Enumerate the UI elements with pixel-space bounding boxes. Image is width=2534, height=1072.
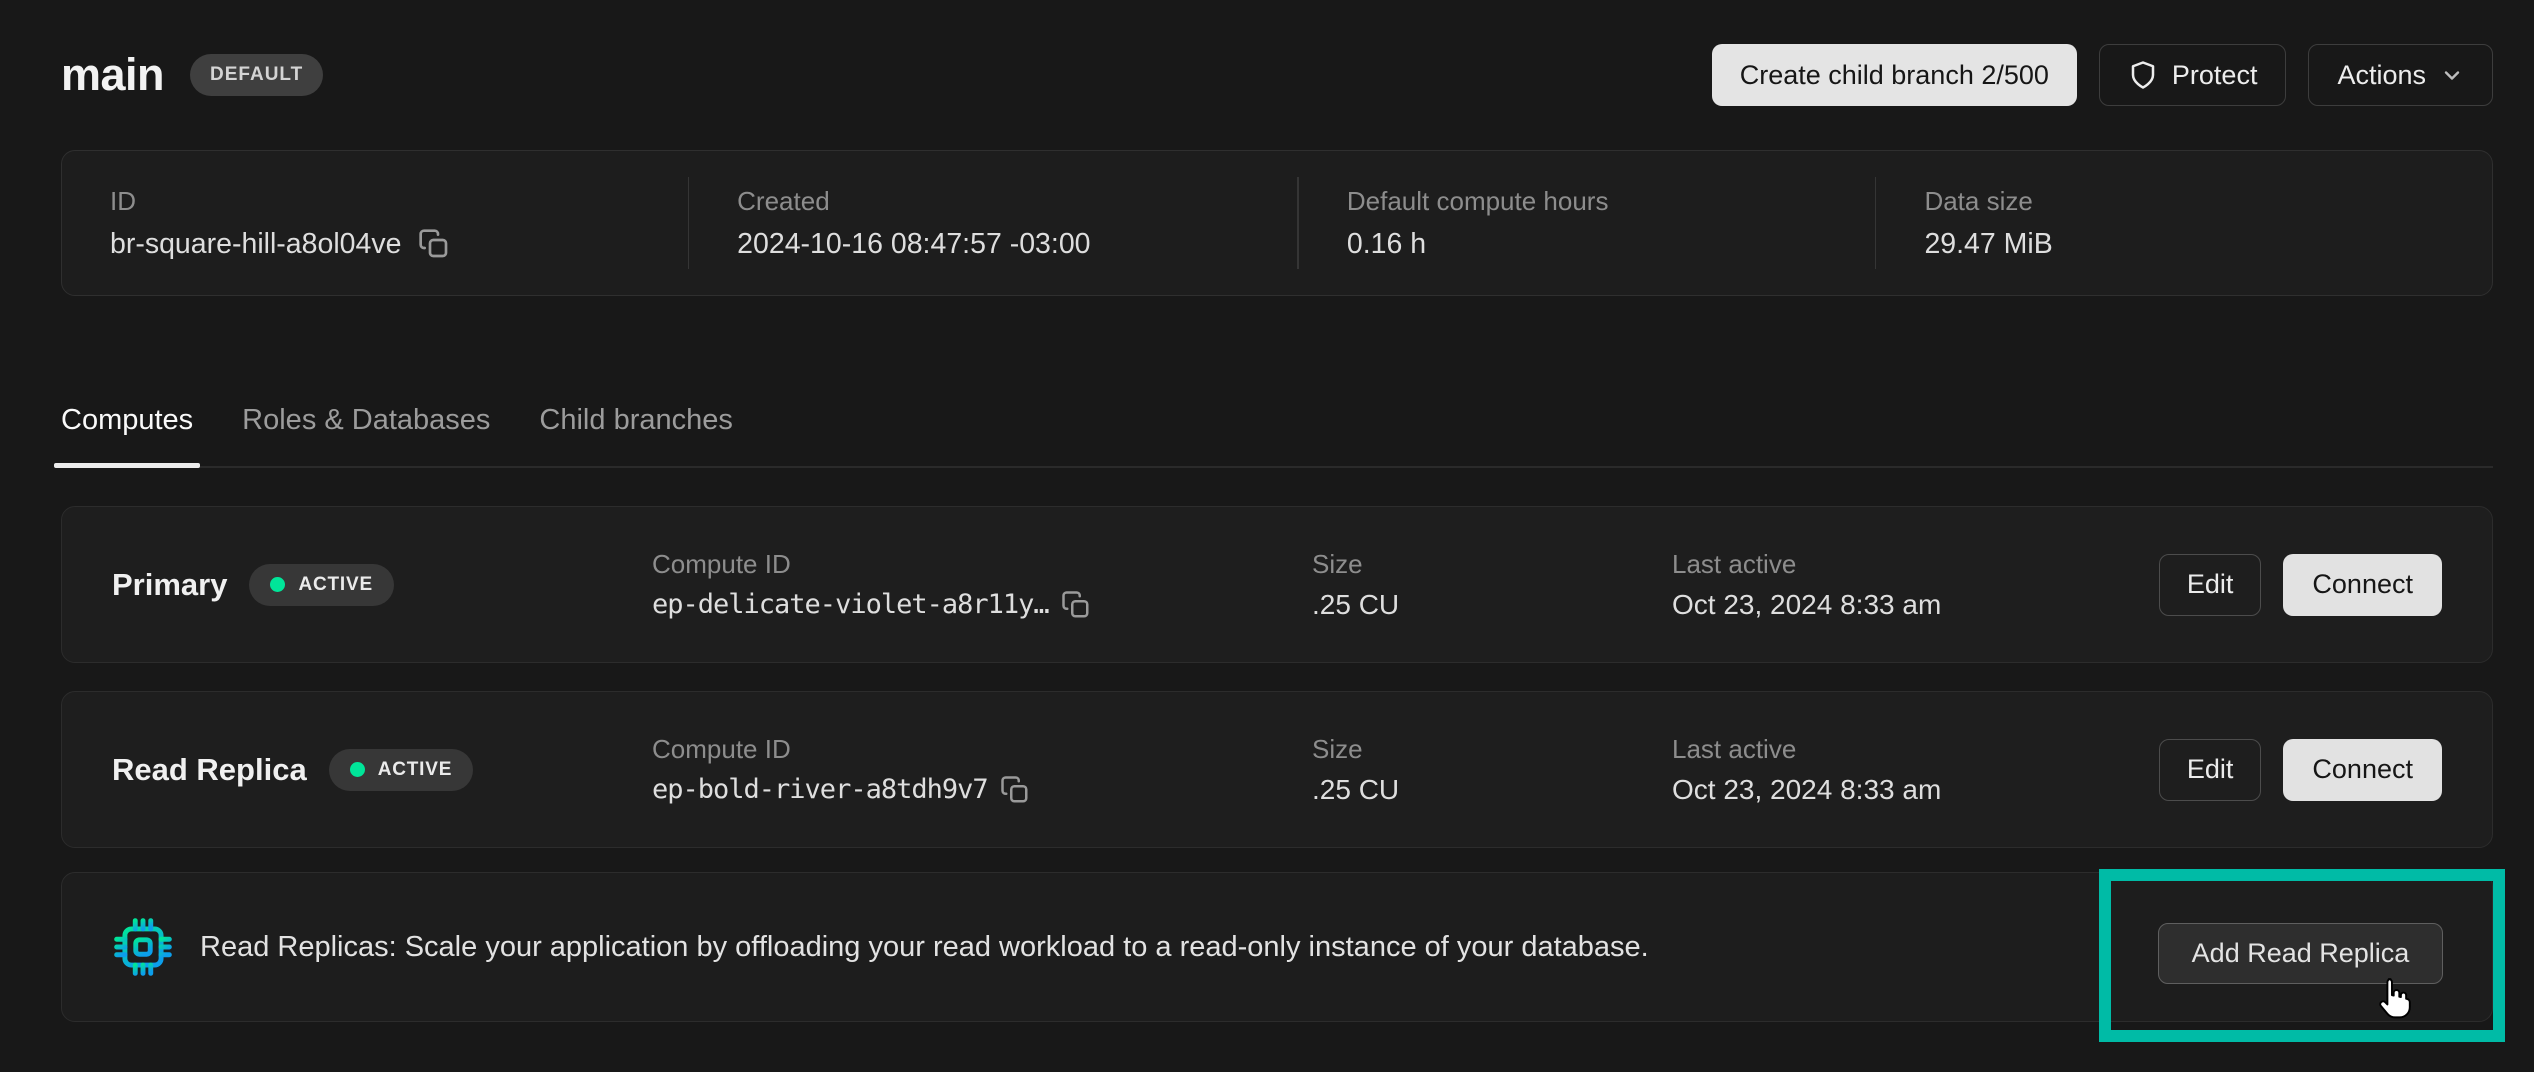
last-active-value: Oct 23, 2024 8:33 am [1672, 589, 2159, 621]
tab-bar: Computes Roles & Databases Child branche… [61, 400, 2493, 468]
id-label: ID [110, 186, 688, 217]
data-size-label: Data size [1924, 186, 2492, 217]
copy-icon [1000, 775, 1030, 805]
info-field-compute-hours: Default compute hours 0.16 h [1299, 151, 1875, 295]
compute-id-label: Compute ID [652, 734, 1312, 765]
info-field-id: ID br-square-hill-a8ol04ve [62, 151, 688, 295]
shield-icon [2128, 60, 2158, 90]
branch-id-value: br-square-hill-a8ol04ve [110, 228, 402, 261]
tab-computes[interactable]: Computes [61, 400, 193, 466]
branch-info-card: ID br-square-hill-a8ol04ve Created 2024-… [61, 150, 2493, 296]
compute-name: Read Replica [112, 752, 307, 788]
compute-id-value: ep-delicate-violet-a8r11y… [652, 589, 1049, 620]
compute-row-read-replica: Read Replica ACTIVE Compute ID ep-bold-r… [61, 691, 2493, 848]
compute-row-primary: Primary ACTIVE Compute ID ep-delicate-vi… [61, 506, 2493, 663]
status-dot-icon [270, 577, 285, 592]
info-field-data-size: Data size 29.47 MiB [1876, 151, 2492, 295]
protect-button-label: Protect [2172, 60, 2258, 91]
status-badge: ACTIVE [329, 749, 473, 791]
tab-child-branches-label: Child branches [539, 404, 732, 436]
add-read-replica-button[interactable]: Add Read Replica [2158, 923, 2443, 984]
copy-branch-id-button[interactable] [418, 228, 450, 260]
info-field-created: Created 2024-10-16 08:47:57 -03:00 [689, 151, 1297, 295]
tab-roles-databases[interactable]: Roles & Databases [242, 400, 490, 466]
status-text: ACTIVE [378, 759, 452, 781]
page-header: main DEFAULT Create child branch 2/500 P… [61, 44, 2493, 106]
copy-compute-id-button[interactable] [1061, 590, 1091, 620]
actions-button[interactable]: Actions [2308, 44, 2493, 106]
page-title: main [61, 49, 164, 101]
tab-roles-databases-label: Roles & Databases [242, 404, 490, 436]
cpu-chip-icon [112, 916, 174, 978]
read-replica-banner-text: Read Replicas: Scale your application by… [200, 931, 1649, 964]
protect-button[interactable]: Protect [2099, 44, 2287, 106]
edit-button[interactable]: Edit [2159, 554, 2262, 616]
read-replica-banner: Read Replicas: Scale your application by… [61, 872, 2493, 1022]
actions-button-label: Actions [2337, 60, 2426, 91]
size-value: .25 CU [1312, 589, 1672, 621]
compute-name: Primary [112, 567, 227, 603]
copy-icon [1061, 590, 1091, 620]
compute-hours-value: 0.16 h [1347, 228, 1875, 261]
compute-hours-label: Default compute hours [1347, 186, 1875, 217]
tab-computes-label: Computes [61, 404, 193, 436]
status-badge: ACTIVE [249, 564, 393, 606]
data-size-value: 29.47 MiB [1924, 228, 2492, 261]
size-value: .25 CU [1312, 774, 1672, 806]
edit-button[interactable]: Edit [2159, 739, 2262, 801]
branch-title-group: main DEFAULT [61, 49, 323, 101]
last-active-label: Last active [1672, 549, 2159, 580]
last-active-value: Oct 23, 2024 8:33 am [1672, 774, 2159, 806]
copy-compute-id-button[interactable] [1000, 775, 1030, 805]
default-badge: DEFAULT [190, 54, 323, 96]
last-active-label: Last active [1672, 734, 2159, 765]
compute-id-label: Compute ID [652, 549, 1312, 580]
size-label: Size [1312, 734, 1672, 765]
size-label: Size [1312, 549, 1672, 580]
active-tab-underline [54, 463, 200, 468]
create-child-branch-button[interactable]: Create child branch 2/500 [1712, 44, 2077, 106]
tab-child-branches[interactable]: Child branches [539, 400, 732, 466]
created-value: 2024-10-16 08:47:57 -03:00 [737, 228, 1297, 261]
chevron-down-icon [2440, 63, 2464, 87]
header-actions: Create child branch 2/500 Protect Action… [1712, 44, 2493, 106]
status-text: ACTIVE [298, 574, 372, 596]
copy-icon [418, 228, 450, 260]
connect-button[interactable]: Connect [2283, 739, 2442, 801]
compute-id-value: ep-bold-river-a8tdh9v7 [652, 774, 988, 805]
created-label: Created [737, 186, 1297, 217]
connect-button[interactable]: Connect [2283, 554, 2442, 616]
status-dot-icon [350, 762, 365, 777]
